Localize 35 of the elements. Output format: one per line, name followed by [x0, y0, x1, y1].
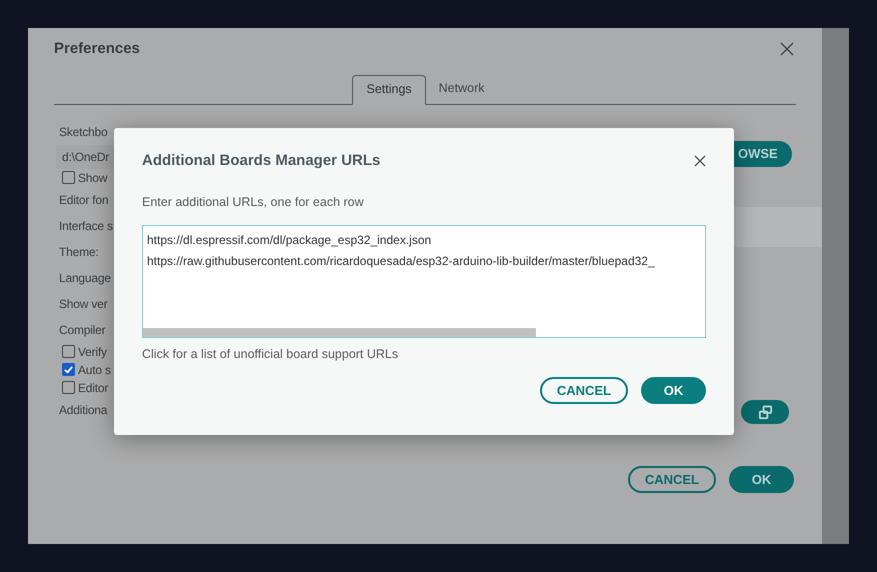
tab[interactable]: Settings	[352, 74, 426, 104]
ok-button[interactable]: OK	[641, 377, 706, 404]
dialog-description: Enter additional URLs, one for each row	[142, 194, 365, 210]
checkbox[interactable]	[62, 171, 75, 184]
dialog-title: Additional Boards Manager URLs	[142, 151, 380, 171]
setting-label: Language	[59, 270, 111, 286]
url-line: https://dl.espressif.com/dl/package_esp32_index.json	[147, 232, 432, 250]
cancel-button[interactable]: CANCEL	[628, 466, 716, 493]
setting-label: Interface s	[59, 218, 113, 234]
checkbox-label[interactable]: Verify	[59, 342, 107, 360]
setting-label: Compiler	[59, 322, 106, 338]
setting-label: Sketchbo	[59, 124, 108, 140]
url-input-field[interactable]: https://dl.espressif.com/dl/package_esp32_index.json https://raw.githubusercontent.com/ricardoquesada/esp32-arduino-lib-builder/master/bluepad32_	[142, 225, 706, 338]
setting-label: Show ver	[59, 296, 108, 312]
cancel-button[interactable]: CANCEL	[540, 377, 628, 404]
scrollbar[interactable]	[143, 328, 536, 338]
checkbox-label[interactable]: Show	[59, 168, 108, 186]
ok-button[interactable]: OK	[729, 466, 794, 493]
checkbox[interactable]	[62, 363, 75, 376]
checkbox[interactable]	[62, 381, 75, 394]
checkbox-label[interactable]: Auto s	[59, 360, 111, 378]
path-field[interactable]: d:\OneDr	[56, 144, 116, 168]
browse-button[interactable]: OWSE	[734, 141, 792, 167]
setting-label: Additiona	[59, 402, 108, 418]
url-line: https://raw.githubusercontent.com/ricardoquesada/esp32-arduino-lib-builder/master/bluepad32_	[147, 253, 655, 270]
tab[interactable]: Network	[426, 74, 498, 104]
link[interactable]: Click for a list of unofficial board support URLs	[142, 345, 398, 364]
checkbox[interactable]	[62, 345, 75, 358]
window-title: Preferences	[54, 39, 140, 59]
setting-label: Theme:	[59, 244, 98, 260]
close-icon[interactable]	[694, 155, 706, 168]
copy-button[interactable]	[741, 400, 789, 424]
checkbox-label[interactable]: Editor	[59, 378, 108, 396]
setting-label: Editor fon	[59, 192, 108, 208]
close-icon[interactable]	[780, 42, 794, 56]
